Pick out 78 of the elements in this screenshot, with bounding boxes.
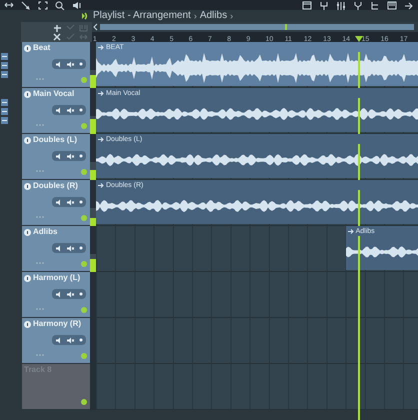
arrow-right-icon[interactable] (404, 0, 414, 10)
record-dot-icon[interactable] (79, 246, 84, 250)
track-name: Doubles (L) (33, 136, 77, 144)
speaker-icon[interactable] (54, 106, 62, 114)
speaker-icon[interactable] (54, 244, 62, 252)
level-meter (90, 254, 96, 272)
clip-arrow-icon (98, 136, 104, 142)
scroll-left-icon[interactable] (92, 23, 100, 31)
info-icon[interactable] (24, 228, 31, 236)
mute-icon[interactable] (66, 152, 74, 160)
info-icon[interactable] (24, 136, 31, 144)
mute-icon[interactable] (66, 244, 74, 252)
track-header[interactable]: Main Vocal (22, 88, 90, 134)
level-meter (90, 116, 96, 134)
track-header[interactable]: Beat (22, 42, 90, 88)
info-icon[interactable] (24, 90, 31, 98)
enable-led-icon[interactable] (81, 399, 87, 405)
record-dot-icon[interactable] (79, 108, 84, 112)
record-dot-icon[interactable] (79, 154, 84, 158)
breadcrumb-item[interactable]: Playlist - Arrangement (93, 11, 191, 21)
track-name: Beat (33, 44, 50, 52)
channel-button-icon[interactable] (1, 108, 8, 114)
mute-icon[interactable] (66, 290, 74, 298)
track-header[interactable]: Harmony (R) (22, 318, 90, 364)
track-header[interactable]: Doubles (R) (22, 180, 90, 226)
fork-icon[interactable] (353, 0, 363, 10)
info-icon[interactable] (24, 274, 31, 282)
clip-arrow-icon (348, 228, 354, 234)
channel-button-icon[interactable] (1, 52, 8, 60)
record-dot-icon[interactable] (79, 200, 84, 204)
mute-icon[interactable] (66, 198, 74, 206)
fullscreen-icon[interactable] (38, 0, 48, 10)
record-dot-icon[interactable] (79, 62, 84, 66)
breadcrumb-separator: › (230, 12, 234, 20)
track-name: Doubles (R) (33, 182, 78, 190)
mixer-icon[interactable] (336, 0, 346, 10)
overview-scrollbar[interactable] (100, 24, 414, 30)
channel-button-icon[interactable] (1, 70, 8, 78)
mute-icon[interactable] (66, 106, 74, 114)
speaker-icon[interactable] (54, 152, 62, 160)
clip-arrow-icon (98, 90, 104, 96)
speaker-icon[interactable] (54, 60, 62, 68)
clip-arrow-icon (98, 182, 104, 188)
breadcrumb-item[interactable]: Adlibs (200, 11, 228, 21)
breadcrumb-separator: › (194, 12, 197, 20)
clip-arrow-icon (98, 44, 104, 50)
playlist-icon (80, 11, 90, 21)
check-icon[interactable] (66, 32, 75, 40)
info-icon[interactable] (24, 182, 31, 190)
window-icon[interactable] (302, 0, 312, 10)
track-name: Adlibs (33, 228, 58, 236)
info-icon[interactable] (24, 44, 31, 52)
level-meter (90, 208, 96, 226)
mute-icon[interactable] (66, 60, 74, 68)
info-icon[interactable] (24, 320, 31, 328)
channel-button-icon[interactable] (1, 98, 8, 106)
channel-button-icon[interactable] (1, 62, 8, 68)
record-dot-icon[interactable] (79, 338, 84, 342)
search-icon[interactable] (55, 0, 65, 10)
speaker-icon[interactable] (72, 0, 82, 10)
channel-button-icon[interactable] (1, 116, 8, 124)
level-meter (90, 162, 96, 180)
level-meter (90, 70, 96, 88)
move-icon[interactable] (4, 0, 14, 10)
track-name: Harmony (L) (33, 274, 80, 282)
add-icon[interactable] (52, 24, 62, 32)
track-header[interactable]: Doubles (L) (22, 134, 90, 180)
track-name: Main Vocal (33, 90, 74, 98)
mute-icon[interactable] (66, 336, 74, 344)
speaker-icon[interactable] (54, 336, 62, 344)
record-dot-icon[interactable] (79, 292, 84, 296)
speaker-icon[interactable] (54, 290, 62, 298)
track-header[interactable]: Adlibs (22, 226, 90, 272)
playhead-marker (285, 24, 288, 30)
track-header[interactable]: Harmony (L) (22, 272, 90, 318)
track-name: Harmony (R) (33, 320, 82, 328)
speaker-icon[interactable] (54, 198, 62, 206)
close-icon[interactable] (52, 32, 62, 40)
